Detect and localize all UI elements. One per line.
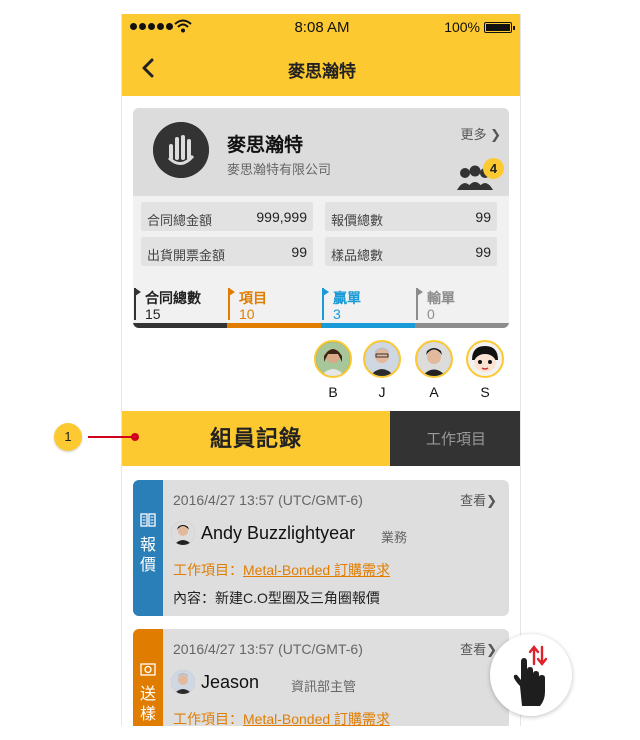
- member-initial: B: [328, 384, 338, 400]
- record-user-role: 業務: [381, 530, 408, 545]
- member-b[interactable]: B: [314, 340, 352, 400]
- avatar: [314, 340, 352, 378]
- stats-grid: 合同總金額 999,999 報價總數 99 出貨開票金額 99 樣品總數 99: [133, 196, 509, 274]
- stat-value: 99: [291, 244, 307, 260]
- tab-work-items[interactable]: 工作項目: [390, 411, 520, 466]
- group-count-badge: 4: [483, 158, 504, 179]
- more-link[interactable]: 更多 ❯: [460, 124, 501, 143]
- avatar: [466, 340, 504, 378]
- record-user-role: 資訊部主管: [291, 679, 357, 694]
- tab-contracts[interactable]: 合同總數 15: [133, 284, 227, 328]
- team-members: B J A S: [122, 340, 520, 400]
- tab-lost[interactable]: 輸單 0: [415, 284, 509, 328]
- task-label: 工作項目：: [173, 711, 243, 726]
- tab-label: 輸單: [427, 290, 455, 306]
- record-content: 內容：新建C.O型圈及三角圈報價: [173, 590, 380, 606]
- tab-count: 15: [145, 306, 161, 322]
- member-initial: S: [480, 384, 490, 400]
- more-label: 更多: [460, 127, 487, 142]
- stat-quote-count: 報價總數 99: [325, 202, 497, 231]
- avatar: [363, 340, 401, 378]
- stat-invoice-amount: 出貨開票金額 99: [141, 237, 313, 266]
- company-logo: [153, 122, 209, 178]
- task-link[interactable]: Metal-Bonded 訂購需求: [243, 562, 390, 578]
- avatar: [171, 521, 195, 545]
- member-initial: A: [429, 384, 439, 400]
- avatar: [171, 670, 195, 694]
- record-user-name: Andy Buzzlightyear: [201, 523, 356, 543]
- stat-label: 合同總金額: [147, 213, 213, 228]
- record-card[interactable]: 送樣 2016/4/27 13:57 (UTC/GMT-6) 查看❯ Jeaso…: [133, 629, 509, 726]
- pipeline-tabs: 合同總數 15 項目 10 贏單 3 輸單 0: [133, 274, 509, 328]
- tab-count: 10: [239, 306, 255, 322]
- member-a[interactable]: A: [415, 340, 453, 400]
- tab-label: 贏單: [333, 290, 361, 306]
- view-label: 查看: [460, 642, 487, 657]
- customer-header: 麥思瀚特 麥思瀚特有限公司 更多 ❯ 4: [133, 108, 509, 196]
- annotation-line: [88, 436, 136, 438]
- record-card[interactable]: 報價 2016/4/27 13:57 (UTC/GMT-6) 查看❯ Andy …: [133, 480, 509, 616]
- annotation-endpoint: [131, 433, 139, 441]
- camera-icon: [140, 663, 156, 676]
- stat-label: 報價總數: [331, 213, 384, 228]
- view-link[interactable]: 查看❯: [460, 490, 497, 509]
- scroll-hint-button[interactable]: [490, 634, 572, 716]
- record-task: 工作項目：Metal-Bonded 訂購需求: [173, 709, 390, 726]
- member-s[interactable]: S: [466, 340, 504, 400]
- hand-scroll-icon: [513, 645, 548, 706]
- tab-count: 3: [333, 306, 341, 322]
- stat-contract-amount: 合同總金額 999,999: [141, 202, 313, 231]
- task-link[interactable]: Metal-Bonded 訂購需求: [243, 711, 390, 726]
- record-user-name: Jeason: [201, 672, 260, 692]
- task-label: 工作項目：: [173, 562, 243, 578]
- annotation-marker: 1: [54, 423, 82, 451]
- chevron-right-icon: ❯: [486, 493, 497, 508]
- record-time: 2016/4/27 13:57 (UTC/GMT-6): [173, 492, 363, 508]
- nav-bar: 麥思瀚特: [122, 40, 520, 96]
- customer-card: 麥思瀚特 麥思瀚特有限公司 更多 ❯ 4 合同總金額 999,999 報價總數 …: [133, 108, 509, 328]
- battery-icon: [484, 22, 515, 33]
- record-type: 送樣: [140, 686, 157, 723]
- record-task: 工作項目：Metal-Bonded 訂購需求: [173, 560, 390, 580]
- member-j[interactable]: J: [363, 340, 401, 400]
- section-switcher: 組員記錄 工作項目: [122, 411, 520, 466]
- customer-company: 麥思瀚特有限公司: [227, 162, 332, 177]
- book-icon: [140, 513, 156, 527]
- tab-label: 項目: [239, 290, 267, 306]
- tab-count: 0: [427, 306, 435, 322]
- avatar: [415, 340, 453, 378]
- battery-percent: 100%: [444, 19, 480, 35]
- record-type: 報價: [140, 537, 157, 574]
- stat-sample-count: 樣品總數 99: [325, 237, 497, 266]
- page-title: 麥思瀚特: [288, 62, 356, 81]
- tab-label: 合同總數: [145, 290, 201, 306]
- customer-name: 麥思瀚特: [227, 135, 304, 156]
- record-type-strip: 報價: [133, 480, 163, 616]
- view-label: 查看: [460, 493, 487, 508]
- stat-value: 999,999: [256, 209, 307, 225]
- record-time: 2016/4/27 13:57 (UTC/GMT-6): [173, 641, 363, 657]
- tab-won[interactable]: 贏單 3: [321, 284, 415, 328]
- phone-screen: 8:08 AM 100% 麥思瀚特 麥思瀚特 麥思瀚特有限公司 更多 ❯ 4 合…: [121, 14, 521, 726]
- status-bar: 8:08 AM 100%: [122, 14, 520, 40]
- chevron-right-icon: ❯: [490, 127, 501, 142]
- stat-value: 99: [475, 209, 491, 225]
- stat-label: 出貨開票金額: [147, 248, 226, 263]
- record-type-strip: 送樣: [133, 629, 163, 726]
- tab-member-records[interactable]: 組員記錄: [122, 411, 390, 466]
- tab-projects[interactable]: 項目 10: [227, 284, 321, 328]
- stat-value: 99: [475, 244, 491, 260]
- member-initial: J: [378, 384, 386, 400]
- stat-label: 樣品總數: [331, 248, 384, 263]
